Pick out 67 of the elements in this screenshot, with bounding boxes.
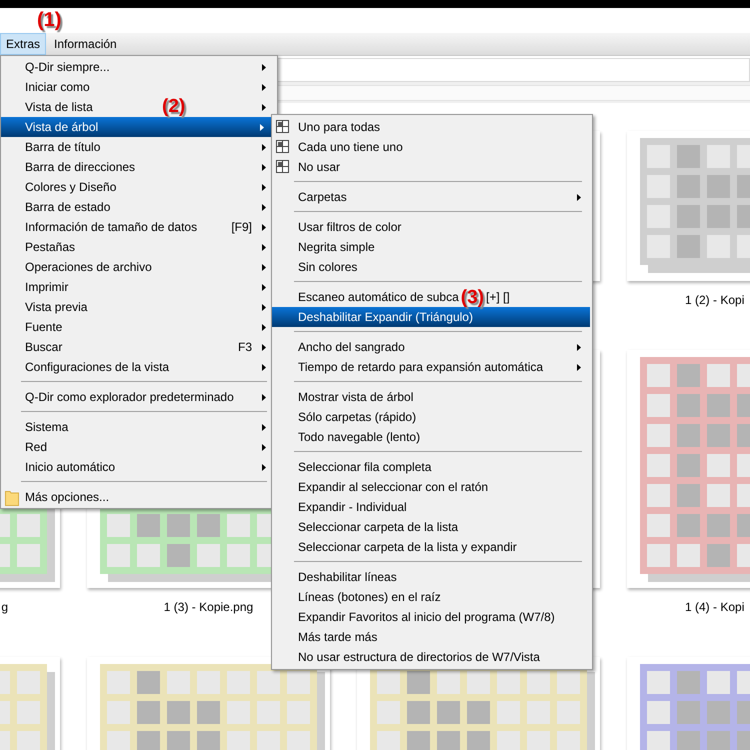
menu-item[interactable]: Usar filtros de color	[272, 217, 592, 237]
submenu-arrow-icon	[262, 344, 266, 350]
submenu-arrow-icon	[262, 324, 266, 330]
menu-item[interactable]: Sin colores	[272, 257, 592, 277]
grid-icon	[276, 140, 289, 153]
menu-item[interactable]: Tiempo de retardo para expansión automática	[272, 357, 592, 377]
menu-item[interactable]: Sólo carpetas (rápido)	[272, 407, 592, 427]
menu-item[interactable]: Seleccionar carpeta de la lista	[272, 517, 592, 537]
file-name: 1 (3) - Kopie.png	[164, 600, 254, 614]
submenu-arrow-icon	[262, 84, 266, 90]
menu-item[interactable]: Líneas (botones) en el raíz	[272, 587, 592, 607]
grid-icon	[276, 120, 289, 133]
step-number-label: (3)	[460, 286, 484, 308]
submenu-arrow-icon	[262, 204, 266, 210]
submenu-arrow-icon	[262, 264, 266, 270]
submenu-arrow-icon	[577, 364, 581, 370]
submenu-arrow-icon	[262, 144, 266, 150]
step-number-label: (2)	[162, 96, 186, 117]
submenu-arrow-icon	[262, 364, 266, 370]
folder-icon	[5, 490, 19, 506]
key-hint-label: [+] []	[486, 290, 510, 304]
menu-item[interactable]: Q-Dir siempre...	[1, 57, 277, 77]
grid-icon	[276, 160, 289, 173]
menu-item[interactable]: Todo navegable (lento)	[272, 427, 592, 447]
submenu-arrow-icon	[577, 344, 581, 350]
shortcut-label: F3	[238, 340, 252, 354]
menu-item[interactable]: Iniciar como	[1, 77, 277, 97]
step-number-label: (1)	[37, 9, 62, 31]
menu-item[interactable]: No usar estructura de directorios de W7/Vista	[272, 647, 592, 667]
menu-item[interactable]: Escaneo automático de subca(3)[+] []	[272, 287, 592, 307]
menu-bar-item[interactable]: Extras	[0, 33, 46, 55]
menu-item[interactable]: Mostrar vista de árbol	[272, 387, 592, 407]
file-name: 1 (4) - Kopi	[685, 600, 744, 614]
menu-item[interactable]: Deshabilitar Expandir (Triángulo)	[272, 307, 590, 327]
submenu-arrow-icon	[262, 224, 266, 230]
menu-item[interactable]: Cada uno tiene uno	[272, 137, 592, 157]
submenu-arrow-icon	[262, 464, 266, 470]
menu-item[interactable]: Negrita simple	[272, 237, 592, 257]
submenu-arrow-icon	[262, 184, 266, 190]
menu-item[interactable]: Deshabilitar líneas	[272, 567, 592, 587]
submenu-arrow-icon	[262, 284, 266, 290]
submenu-arrow-icon	[262, 394, 266, 400]
submenu-arrow-icon	[577, 194, 581, 200]
submenu-arrow-icon	[262, 244, 266, 250]
file-name: 1 (2) - Kopi	[685, 293, 744, 307]
submenu-arrow-icon	[262, 104, 266, 110]
menu-item[interactable]: Ancho del sangrado	[272, 337, 592, 357]
submenu-arrow-icon	[262, 64, 266, 70]
submenu-arrow-icon	[262, 444, 266, 450]
menu-item[interactable]: Seleccionar fila completa	[272, 457, 592, 477]
menu-bar-item[interactable]: Información	[48, 33, 123, 55]
file-name: g	[1, 600, 8, 614]
menu-item[interactable]: Más tarde más	[272, 627, 592, 647]
address-field[interactable]	[277, 58, 750, 82]
menu-item[interactable]: Seleccionar carpeta de la lista y expandir	[272, 537, 592, 557]
menu-item[interactable]: No usar	[272, 157, 592, 177]
shortcut-label: [F9]	[231, 220, 252, 234]
menu-item[interactable]: Expandir Favoritos al inicio del programa (W7/8)	[272, 607, 592, 627]
submenu-arrow-icon	[262, 164, 266, 170]
submenu-arrow-icon	[260, 124, 264, 130]
menu-item[interactable]: Carpetas	[272, 187, 592, 207]
menu-item[interactable]: Vista de lista (2)	[1, 97, 277, 117]
menu-item[interactable]: Uno para todas	[272, 117, 592, 137]
menu-item[interactable]: Expandir - Individual	[272, 497, 592, 517]
submenu-arrow-icon	[262, 304, 266, 310]
menu-item[interactable]: Expandir al seleccionar con el ratón	[272, 477, 592, 497]
submenu-arrow-icon	[262, 424, 266, 430]
